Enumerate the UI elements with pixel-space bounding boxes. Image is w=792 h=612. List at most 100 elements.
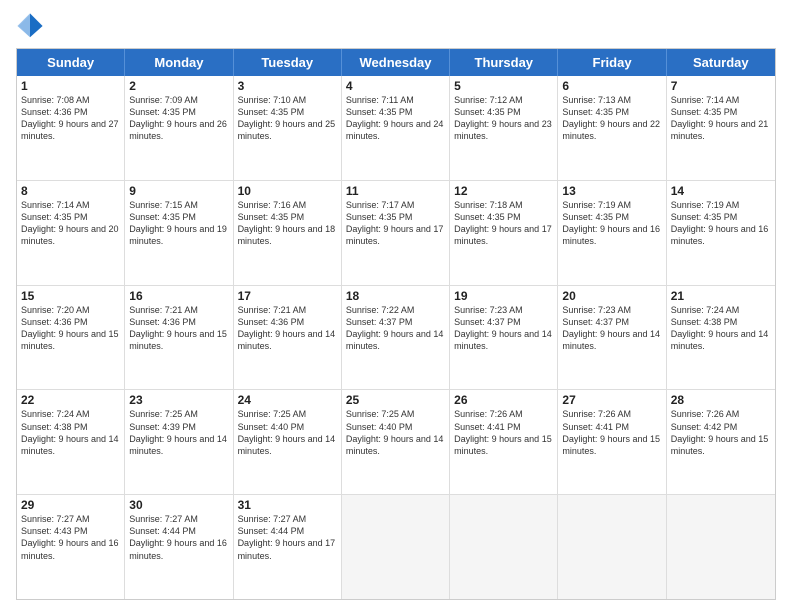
day-cell-13: 13 Sunrise: 7:19 AMSunset: 4:35 PMDaylig…	[558, 181, 666, 285]
calendar-header: SundayMondayTuesdayWednesdayThursdayFrid…	[17, 49, 775, 76]
calendar-row-4: 22 Sunrise: 7:24 AMSunset: 4:38 PMDaylig…	[17, 389, 775, 494]
day-cell-4: 4 Sunrise: 7:11 AMSunset: 4:35 PMDayligh…	[342, 76, 450, 180]
day-number: 24	[238, 393, 337, 407]
empty-cell	[342, 495, 450, 599]
day-cell-29: 29 Sunrise: 7:27 AMSunset: 4:43 PMDaylig…	[17, 495, 125, 599]
day-number: 5	[454, 79, 553, 93]
day-cell-23: 23 Sunrise: 7:25 AMSunset: 4:39 PMDaylig…	[125, 390, 233, 494]
calendar-body: 1 Sunrise: 7:08 AMSunset: 4:36 PMDayligh…	[17, 76, 775, 599]
header	[16, 12, 776, 40]
day-number: 1	[21, 79, 120, 93]
day-cell-16: 16 Sunrise: 7:21 AMSunset: 4:36 PMDaylig…	[125, 286, 233, 390]
cell-info: Sunrise: 7:15 AMSunset: 4:35 PMDaylight:…	[129, 200, 227, 246]
day-cell-17: 17 Sunrise: 7:21 AMSunset: 4:36 PMDaylig…	[234, 286, 342, 390]
cell-info: Sunrise: 7:19 AMSunset: 4:35 PMDaylight:…	[671, 200, 769, 246]
day-cell-24: 24 Sunrise: 7:25 AMSunset: 4:40 PMDaylig…	[234, 390, 342, 494]
day-number: 2	[129, 79, 228, 93]
day-header-wednesday: Wednesday	[342, 49, 450, 76]
day-number: 21	[671, 289, 771, 303]
day-number: 30	[129, 498, 228, 512]
day-number: 27	[562, 393, 661, 407]
calendar: SundayMondayTuesdayWednesdayThursdayFrid…	[16, 48, 776, 600]
cell-info: Sunrise: 7:21 AMSunset: 4:36 PMDaylight:…	[238, 305, 336, 351]
day-number: 20	[562, 289, 661, 303]
empty-cell	[450, 495, 558, 599]
cell-info: Sunrise: 7:21 AMSunset: 4:36 PMDaylight:…	[129, 305, 227, 351]
day-number: 31	[238, 498, 337, 512]
day-cell-11: 11 Sunrise: 7:17 AMSunset: 4:35 PMDaylig…	[342, 181, 450, 285]
day-header-saturday: Saturday	[667, 49, 775, 76]
logo	[16, 12, 48, 40]
day-number: 8	[21, 184, 120, 198]
cell-info: Sunrise: 7:14 AMSunset: 4:35 PMDaylight:…	[21, 200, 119, 246]
day-cell-12: 12 Sunrise: 7:18 AMSunset: 4:35 PMDaylig…	[450, 181, 558, 285]
cell-info: Sunrise: 7:09 AMSunset: 4:35 PMDaylight:…	[129, 95, 227, 141]
empty-cell	[558, 495, 666, 599]
cell-info: Sunrise: 7:27 AMSunset: 4:43 PMDaylight:…	[21, 514, 119, 560]
cell-info: Sunrise: 7:23 AMSunset: 4:37 PMDaylight:…	[454, 305, 552, 351]
cell-info: Sunrise: 7:26 AMSunset: 4:41 PMDaylight:…	[562, 409, 660, 455]
day-number: 4	[346, 79, 445, 93]
cell-info: Sunrise: 7:25 AMSunset: 4:40 PMDaylight:…	[238, 409, 336, 455]
day-number: 28	[671, 393, 771, 407]
day-cell-26: 26 Sunrise: 7:26 AMSunset: 4:41 PMDaylig…	[450, 390, 558, 494]
cell-info: Sunrise: 7:26 AMSunset: 4:41 PMDaylight:…	[454, 409, 552, 455]
cell-info: Sunrise: 7:22 AMSunset: 4:37 PMDaylight:…	[346, 305, 444, 351]
day-cell-21: 21 Sunrise: 7:24 AMSunset: 4:38 PMDaylig…	[667, 286, 775, 390]
day-cell-25: 25 Sunrise: 7:25 AMSunset: 4:40 PMDaylig…	[342, 390, 450, 494]
cell-info: Sunrise: 7:10 AMSunset: 4:35 PMDaylight:…	[238, 95, 336, 141]
day-header-sunday: Sunday	[17, 49, 125, 76]
cell-info: Sunrise: 7:13 AMSunset: 4:35 PMDaylight:…	[562, 95, 660, 141]
day-number: 18	[346, 289, 445, 303]
page: SundayMondayTuesdayWednesdayThursdayFrid…	[0, 0, 792, 612]
day-cell-3: 3 Sunrise: 7:10 AMSunset: 4:35 PMDayligh…	[234, 76, 342, 180]
day-cell-10: 10 Sunrise: 7:16 AMSunset: 4:35 PMDaylig…	[234, 181, 342, 285]
day-number: 25	[346, 393, 445, 407]
empty-cell	[667, 495, 775, 599]
cell-info: Sunrise: 7:23 AMSunset: 4:37 PMDaylight:…	[562, 305, 660, 351]
day-number: 14	[671, 184, 771, 198]
day-cell-8: 8 Sunrise: 7:14 AMSunset: 4:35 PMDayligh…	[17, 181, 125, 285]
day-number: 3	[238, 79, 337, 93]
day-cell-1: 1 Sunrise: 7:08 AMSunset: 4:36 PMDayligh…	[17, 76, 125, 180]
cell-info: Sunrise: 7:17 AMSunset: 4:35 PMDaylight:…	[346, 200, 444, 246]
day-number: 26	[454, 393, 553, 407]
day-cell-19: 19 Sunrise: 7:23 AMSunset: 4:37 PMDaylig…	[450, 286, 558, 390]
day-number: 29	[21, 498, 120, 512]
day-number: 7	[671, 79, 771, 93]
day-number: 15	[21, 289, 120, 303]
calendar-row-5: 29 Sunrise: 7:27 AMSunset: 4:43 PMDaylig…	[17, 494, 775, 599]
day-number: 23	[129, 393, 228, 407]
day-number: 17	[238, 289, 337, 303]
day-number: 13	[562, 184, 661, 198]
day-header-monday: Monday	[125, 49, 233, 76]
cell-info: Sunrise: 7:24 AMSunset: 4:38 PMDaylight:…	[671, 305, 769, 351]
cell-info: Sunrise: 7:20 AMSunset: 4:36 PMDaylight:…	[21, 305, 119, 351]
cell-info: Sunrise: 7:24 AMSunset: 4:38 PMDaylight:…	[21, 409, 119, 455]
cell-info: Sunrise: 7:12 AMSunset: 4:35 PMDaylight:…	[454, 95, 552, 141]
cell-info: Sunrise: 7:16 AMSunset: 4:35 PMDaylight:…	[238, 200, 336, 246]
day-cell-28: 28 Sunrise: 7:26 AMSunset: 4:42 PMDaylig…	[667, 390, 775, 494]
cell-info: Sunrise: 7:27 AMSunset: 4:44 PMDaylight:…	[129, 514, 227, 560]
day-cell-9: 9 Sunrise: 7:15 AMSunset: 4:35 PMDayligh…	[125, 181, 233, 285]
day-cell-7: 7 Sunrise: 7:14 AMSunset: 4:35 PMDayligh…	[667, 76, 775, 180]
day-cell-5: 5 Sunrise: 7:12 AMSunset: 4:35 PMDayligh…	[450, 76, 558, 180]
calendar-row-3: 15 Sunrise: 7:20 AMSunset: 4:36 PMDaylig…	[17, 285, 775, 390]
calendar-row-2: 8 Sunrise: 7:14 AMSunset: 4:35 PMDayligh…	[17, 180, 775, 285]
calendar-row-1: 1 Sunrise: 7:08 AMSunset: 4:36 PMDayligh…	[17, 76, 775, 180]
day-cell-31: 31 Sunrise: 7:27 AMSunset: 4:44 PMDaylig…	[234, 495, 342, 599]
day-number: 6	[562, 79, 661, 93]
day-header-tuesday: Tuesday	[234, 49, 342, 76]
day-cell-14: 14 Sunrise: 7:19 AMSunset: 4:35 PMDaylig…	[667, 181, 775, 285]
cell-info: Sunrise: 7:26 AMSunset: 4:42 PMDaylight:…	[671, 409, 769, 455]
day-cell-6: 6 Sunrise: 7:13 AMSunset: 4:35 PMDayligh…	[558, 76, 666, 180]
cell-info: Sunrise: 7:08 AMSunset: 4:36 PMDaylight:…	[21, 95, 119, 141]
cell-info: Sunrise: 7:19 AMSunset: 4:35 PMDaylight:…	[562, 200, 660, 246]
day-number: 11	[346, 184, 445, 198]
day-cell-15: 15 Sunrise: 7:20 AMSunset: 4:36 PMDaylig…	[17, 286, 125, 390]
day-header-friday: Friday	[558, 49, 666, 76]
day-number: 12	[454, 184, 553, 198]
day-number: 19	[454, 289, 553, 303]
day-number: 16	[129, 289, 228, 303]
logo-icon	[16, 12, 44, 40]
